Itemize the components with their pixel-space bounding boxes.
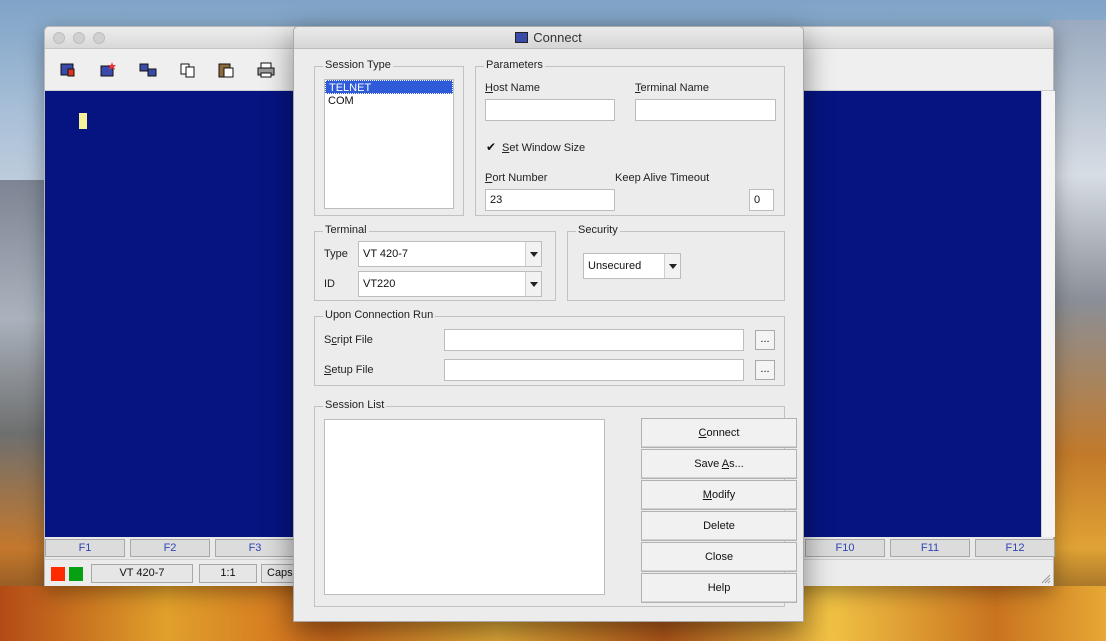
help-button[interactable]: Help	[641, 573, 797, 603]
script-file-label: Script File	[324, 334, 373, 346]
session-type-group: Session Type TELNET COM	[314, 59, 464, 216]
copy-icon[interactable]	[179, 62, 197, 78]
f3-key[interactable]: F3	[215, 539, 295, 557]
disconnect-icon[interactable]	[59, 62, 77, 78]
f1-key[interactable]: F1	[45, 539, 125, 557]
chevron-down-icon	[525, 242, 541, 266]
resize-grip-icon[interactable]	[1041, 574, 1051, 584]
session-type-telnet[interactable]: TELNET	[325, 80, 453, 94]
desktop-mountain-right	[1050, 20, 1106, 641]
parameters-group: Parameters Host Name Terminal Name ✔ Set…	[475, 59, 785, 216]
paste-icon[interactable]	[217, 62, 235, 78]
host-name-input[interactable]	[485, 99, 615, 121]
status-terminal-type: VT 420-7	[91, 564, 193, 583]
connect-dialog: Connect Session Type TELNET COM Paramete…	[293, 26, 804, 622]
setup-file-label: Setup File	[324, 364, 374, 376]
monitor-icon	[515, 32, 529, 43]
set-window-size-checkbox[interactable]: ✔	[485, 141, 497, 153]
print-icon[interactable]	[257, 62, 275, 78]
status-caps: Caps	[261, 564, 295, 583]
dialog-title: Connect	[533, 30, 582, 45]
terminal-id-label: ID	[324, 278, 335, 290]
terminal-type-select[interactable]: VT 420-7	[358, 241, 542, 267]
session-type-list[interactable]: TELNET COM	[324, 79, 454, 209]
host-name-label: Host Name	[485, 82, 541, 94]
session-list-label: Session List	[323, 399, 387, 411]
terminal-id-select[interactable]: VT220	[358, 271, 542, 297]
upon-connection-group: Upon Connection Run Script File ... Setu…	[314, 309, 785, 386]
set-window-size-label: Set Window Size	[502, 142, 586, 154]
security-select[interactable]: Unsecured	[583, 253, 681, 279]
status-led-red	[51, 567, 65, 581]
f10-key[interactable]: F10	[805, 539, 885, 557]
script-file-browse-button[interactable]: ...	[755, 330, 775, 350]
chevron-down-icon	[525, 272, 541, 296]
terminal-name-label: Terminal Name	[635, 82, 709, 94]
modify-button[interactable]: Modify	[641, 480, 797, 510]
keep-alive-input[interactable]: 0	[749, 189, 774, 211]
new-session-icon[interactable]	[99, 62, 117, 78]
connect-button[interactable]: Connect	[641, 418, 797, 448]
f12-key[interactable]: F12	[975, 539, 1055, 557]
close-window-button[interactable]	[53, 32, 65, 44]
save-as-button[interactable]: Save As...	[641, 449, 797, 479]
terminal-cursor	[79, 113, 87, 129]
terminal-scrollbar[interactable]	[1041, 91, 1055, 537]
session-type-label: Session Type	[323, 59, 393, 71]
close-button[interactable]: Close	[641, 542, 797, 572]
setup-file-input[interactable]	[444, 359, 744, 381]
f11-key[interactable]: F11	[890, 539, 970, 557]
chevron-down-icon	[664, 254, 680, 278]
upon-connection-label: Upon Connection Run	[323, 309, 436, 321]
terminal-group: Terminal Type VT 420-7 ID VT220	[314, 224, 556, 301]
terminal-type-label: Type	[324, 248, 348, 260]
session-list-box[interactable]	[324, 419, 605, 595]
session-list-group: Session List Connect Save As... Modify D…	[314, 399, 797, 607]
keep-alive-label: Keep Alive Timeout	[615, 172, 710, 184]
setup-file-browse-button[interactable]: ...	[755, 360, 775, 380]
delete-button[interactable]: Delete	[641, 511, 797, 541]
port-number-input[interactable]: 23	[485, 189, 615, 211]
parameters-label: Parameters	[484, 59, 545, 71]
terminal-label: Terminal	[323, 224, 369, 236]
security-group: Security Unsecured	[567, 224, 785, 301]
script-file-input[interactable]	[444, 329, 744, 351]
network-icon[interactable]	[139, 62, 157, 78]
port-number-label: Port Number	[485, 172, 548, 184]
status-led-green	[69, 567, 83, 581]
status-ratio: 1:1	[199, 564, 257, 583]
security-label: Security	[576, 224, 620, 236]
session-type-com[interactable]: COM	[325, 94, 453, 108]
f2-key[interactable]: F2	[130, 539, 210, 557]
dialog-titlebar[interactable]: Connect	[294, 27, 803, 49]
zoom-window-button[interactable]	[93, 32, 105, 44]
minimize-window-button[interactable]	[73, 32, 85, 44]
terminal-name-input[interactable]	[635, 99, 776, 121]
